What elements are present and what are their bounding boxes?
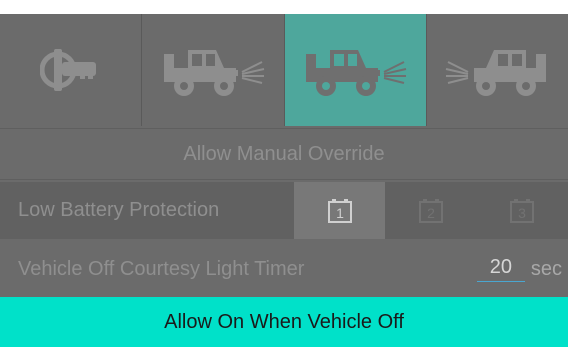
manual-override-label: Allow Manual Override bbox=[183, 142, 385, 165]
mode-tile-rear-lights[interactable] bbox=[427, 14, 568, 126]
courtesy-light-timer-input[interactable]: 20 bbox=[476, 256, 525, 282]
battery-option-3[interactable]: 3 bbox=[477, 182, 568, 239]
battery-option-3-label: 3 bbox=[518, 205, 526, 221]
manual-override-row[interactable]: Allow Manual Override bbox=[0, 128, 568, 180]
allow-on-when-vehicle-off-label: Allow On When Vehicle Off bbox=[164, 310, 404, 333]
mode-tile-front-lights-selected[interactable] bbox=[284, 14, 427, 126]
battery-option-2-label: 2 bbox=[427, 205, 435, 221]
battery-option-1-label: 1 bbox=[336, 205, 344, 221]
jeep-front-lights-icon bbox=[163, 50, 265, 96]
low-battery-protection-label: Low Battery Protection bbox=[18, 199, 220, 221]
settings-panel: Allow Manual Override Low Battery Protec… bbox=[0, 0, 568, 347]
low-battery-protection-row: Low Battery Protection 1 2 3 bbox=[0, 182, 568, 239]
allow-on-when-vehicle-off-button[interactable]: Allow On When Vehicle Off bbox=[0, 297, 568, 347]
mode-tile-front-lights[interactable] bbox=[142, 14, 285, 126]
mode-icon-row bbox=[0, 14, 568, 126]
battery-option-1[interactable]: 1 bbox=[294, 182, 386, 239]
battery-level-3-icon: 3 bbox=[510, 198, 535, 223]
courtesy-light-timer-label: Vehicle Off Courtesy Light Timer bbox=[18, 257, 305, 280]
battery-level-1-icon: 1 bbox=[327, 198, 352, 223]
battery-level-options: 1 2 3 bbox=[294, 182, 568, 239]
battery-option-2[interactable]: 2 bbox=[385, 182, 476, 239]
key-lock-icon bbox=[39, 49, 96, 91]
jeep-rear-lights-icon bbox=[446, 50, 547, 96]
top-border bbox=[0, 0, 568, 14]
mode-tile-ignition[interactable] bbox=[0, 14, 143, 126]
courtesy-light-timer-row: Vehicle Off Courtesy Light Timer 20 sec bbox=[0, 241, 568, 297]
courtesy-light-timer-unit: sec bbox=[530, 257, 562, 280]
battery-level-2-icon: 2 bbox=[418, 198, 443, 223]
jeep-front-lights-icon bbox=[306, 50, 407, 96]
